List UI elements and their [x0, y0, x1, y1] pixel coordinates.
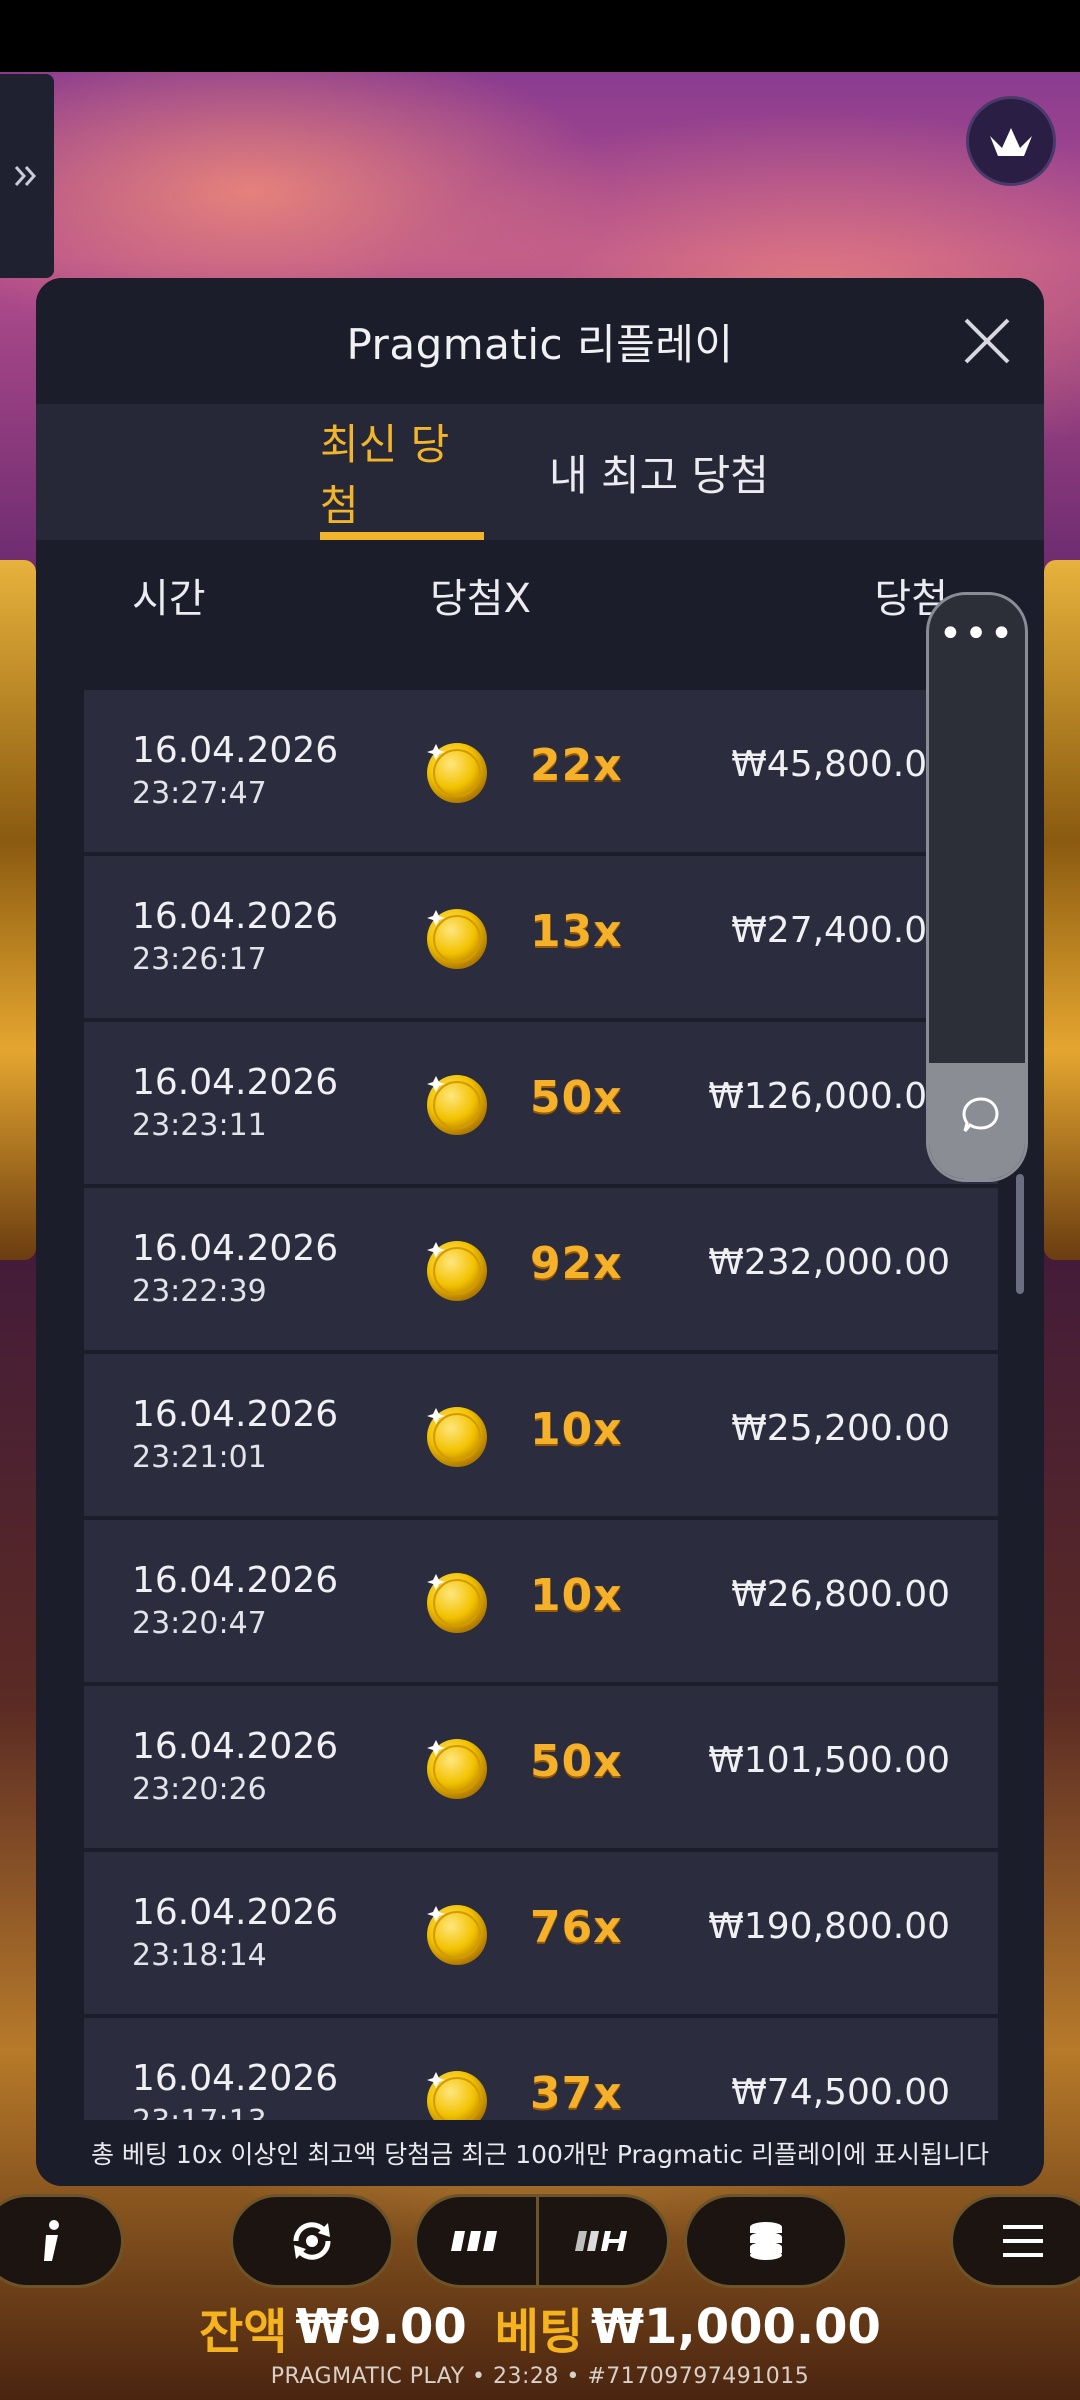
tab-my-best-wins[interactable]: 내 최고 당첨: [546, 404, 772, 540]
row-date: 16.04.2026: [132, 1062, 339, 1103]
tab-bar: 최신 당첨 내 최고 당첨: [36, 404, 1044, 540]
balance-bet-line: 잔액 ₩9.00 베팅 ₩1,000.00: [0, 2294, 1080, 2360]
table-row[interactable]: 16.04.2026 23:18:14 76x ₩190,800.00: [84, 1852, 998, 2014]
row-multiplier: 37x: [530, 2068, 623, 2119]
row-date: 16.04.2026: [132, 1228, 339, 1269]
row-amount: ₩190,800.00: [708, 1906, 950, 1947]
row-date: 16.04.2026: [132, 1726, 339, 1767]
gold-coin-icon: [427, 1573, 487, 1633]
active-tab-indicator: [320, 532, 484, 540]
hyper-spin-icon: [575, 2231, 627, 2251]
panel-header: Pragmatic 리플레이: [36, 278, 1044, 404]
column-time: 시간: [132, 576, 206, 622]
row-time: 23:18:14: [132, 1938, 267, 1973]
more-options-icon[interactable]: •••: [929, 614, 1025, 654]
row-amount: ₩232,000.00: [708, 1242, 950, 1283]
table-row[interactable]: 16.04.2026 23:17:13 37x ₩74,500.00: [84, 2018, 998, 2120]
row-date: 16.04.2026: [132, 1394, 339, 1435]
table-row[interactable]: 16.04.2026 23:20:26 50x ₩101,500.00: [84, 1686, 998, 1848]
row-time: 23:20:26: [132, 1772, 267, 1807]
bet-value: ₩1,000.00: [591, 2299, 881, 2355]
autoplay-icon: [293, 2222, 331, 2260]
row-time: 23:17:13: [132, 2104, 267, 2120]
info-icon: [44, 2220, 59, 2261]
row-date: 16.04.2026: [132, 2058, 339, 2099]
gold-coin-icon: [427, 1739, 487, 1799]
coin-stack-icon: [750, 2222, 782, 2260]
row-date: 16.04.2026: [132, 730, 339, 771]
status-bar: [0, 0, 1080, 72]
row-time: 23:26:17: [132, 942, 267, 977]
bet-label: 베팅: [494, 2304, 584, 2360]
row-amount: ₩74,500.00: [731, 2072, 950, 2113]
decor-pillar-right: [1044, 560, 1080, 1260]
panel-title: Pragmatic 리플레이: [346, 319, 734, 369]
hyper-spin-button[interactable]: [536, 2194, 670, 2288]
list-scrollbar[interactable]: [1016, 1174, 1024, 1294]
turbo-spin-button[interactable]: [414, 2194, 540, 2288]
gold-coin-icon: [427, 1241, 487, 1301]
row-time: 23:23:11: [132, 1108, 267, 1143]
row-amount: ₩27,400.00: [731, 910, 950, 951]
row-date: 16.04.2026: [132, 896, 339, 937]
row-multiplier: 13x: [530, 906, 623, 957]
table-row[interactable]: 16.04.2026 23:27:47 22x ₩45,800.00: [84, 690, 998, 852]
table-row[interactable]: 16.04.2026 23:20:47 10x ₩26,800.00: [84, 1520, 998, 1682]
row-time: 23:20:47: [132, 1606, 267, 1641]
row-amount: ₩26,800.00: [731, 1574, 950, 1615]
table-row[interactable]: 16.04.2026 23:21:01 10x ₩25,200.00: [84, 1354, 998, 1516]
pragmatic-logo-button[interactable]: [966, 96, 1056, 186]
table-row[interactable]: 16.04.2026 23:26:17 13x ₩27,400.00: [84, 856, 998, 1018]
autoplay-button[interactable]: [230, 2194, 394, 2288]
row-multiplier: 50x: [530, 1736, 623, 1787]
bubble-icon: [962, 1097, 999, 1132]
turbo-spin-icon: [451, 2231, 497, 2251]
menu-button[interactable]: [950, 2194, 1080, 2288]
balance-value: ₩9.00: [295, 2299, 467, 2355]
column-header: 시간 당첨X 당첨: [36, 540, 1044, 650]
row-multiplier: 10x: [530, 1404, 623, 1455]
floating-toolbar[interactable]: •••: [926, 592, 1028, 1182]
gold-coin-icon: [427, 909, 487, 969]
row-multiplier: 76x: [530, 1902, 623, 1953]
row-amount: ₩126,000.00: [708, 1076, 950, 1117]
gold-coin-icon: [427, 1075, 487, 1135]
table-row[interactable]: 16.04.2026 23:23:11 50x ₩126,000.00: [84, 1022, 998, 1184]
replay-panel: Pragmatic 리플레이 최신 당첨 내 최고 당첨 시간 당첨X 당첨 1…: [36, 278, 1044, 2186]
pragmatic-logo-icon: [990, 128, 1032, 156]
gold-coin-icon: [427, 743, 487, 803]
footer-info: PRAGMATIC PLAY • 23:28 • #71709797491015: [270, 2363, 810, 2389]
decor-pillar-left: [0, 560, 36, 1260]
row-amount: ₩101,500.00: [708, 1740, 950, 1781]
gold-coin-icon: [427, 1905, 487, 1965]
side-expand-tab[interactable]: [0, 74, 54, 278]
row-time: 23:21:01: [132, 1440, 267, 1475]
gold-coin-icon: [427, 2071, 487, 2120]
bet-settings-button[interactable]: [684, 2194, 848, 2288]
row-amount: ₩25,200.00: [731, 1408, 950, 1449]
row-multiplier: 50x: [530, 1072, 623, 1123]
table-row[interactable]: 16.04.2026 23:22:39 92x ₩232,000.00: [84, 1188, 998, 1350]
floating-toolbar-lower[interactable]: [929, 1063, 1025, 1179]
double-chevron-right-icon: [14, 166, 37, 186]
balance-label: 잔액: [199, 2304, 288, 2360]
win-list[interactable]: 16.04.2026 23:27:47 22x ₩45,800.00 16.04…: [36, 650, 1044, 2120]
row-amount: ₩45,800.00: [731, 744, 950, 785]
row-date: 16.04.2026: [132, 1892, 339, 1933]
tab-latest-wins[interactable]: 최신 당첨: [320, 404, 484, 540]
row-date: 16.04.2026: [132, 1560, 339, 1601]
column-multiplier: 당첨X: [430, 576, 532, 622]
close-button[interactable]: [952, 306, 1022, 376]
row-multiplier: 22x: [530, 740, 623, 791]
row-multiplier: 10x: [530, 1570, 623, 1621]
row-multiplier: 92x: [530, 1238, 623, 1289]
gold-coin-icon: [427, 1407, 487, 1467]
hamburger-menu-icon: [1003, 2225, 1043, 2257]
footnote: 총 베팅 10x 이상인 최고액 당첨금 최근 100개만 Pragmatic …: [36, 2120, 1044, 2186]
row-time: 23:22:39: [132, 1274, 267, 1309]
info-button[interactable]: [0, 2194, 124, 2288]
row-time: 23:27:47: [132, 776, 267, 811]
game-control-bar: [0, 2186, 1080, 2294]
close-icon: [964, 318, 1010, 364]
